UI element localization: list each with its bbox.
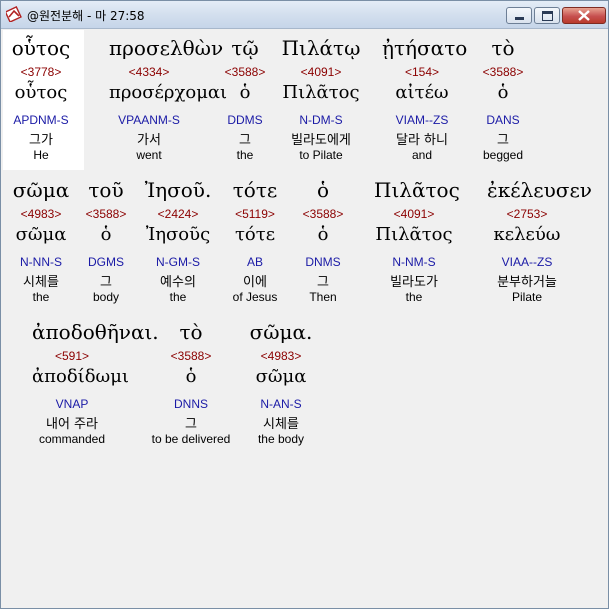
strong-number[interactable]: <154> (382, 65, 462, 79)
greek-word: προσελθὼν (109, 36, 224, 60)
greek-word: τῷ (231, 36, 259, 60)
parsing-code: N-DM-S (299, 113, 343, 127)
english-gloss: the (169, 290, 187, 304)
maximize-icon (542, 11, 553, 21)
greek-word: Ἰησοῦ. (144, 178, 212, 202)
strong-number[interactable]: <3588> (66, 207, 146, 221)
english-gloss: the (405, 290, 423, 304)
minimize-icon (515, 17, 524, 20)
strong-number[interactable]: <4091> (374, 207, 454, 221)
greek-word: ἀποδοθῆναι. (32, 320, 159, 344)
close-button[interactable] (562, 7, 606, 24)
greek-word: τοῦ (88, 178, 124, 202)
greek-word: ἐκέλευσεν (487, 178, 592, 202)
english-gloss: commanded (38, 432, 106, 446)
korean-gloss: 빌라도가 (390, 275, 438, 290)
interlinear-window: @원전분해 - 마 27:58 οὗτος <3778> οὗτος APDNM… (0, 0, 609, 609)
lemma: ὁ (497, 82, 509, 103)
lemma: Πιλᾶτος (375, 224, 453, 245)
strong-number[interactable]: <2753> (487, 207, 567, 221)
parsing-code: DGMS (88, 255, 124, 269)
parsing-code: APDNM-S (13, 113, 69, 127)
greek-word: ὁ (316, 178, 330, 202)
lemma: ἀποδίδωμι (32, 366, 129, 387)
korean-gloss: 분부하거늘 (497, 275, 557, 290)
lemma: αἰτέω (395, 82, 449, 103)
parsing-code: VNAP (55, 397, 89, 411)
strong-number[interactable]: <4091> (281, 65, 361, 79)
english-gloss: and (411, 148, 433, 162)
english-gloss: He (33, 148, 49, 162)
app-icon (4, 6, 22, 23)
strong-number[interactable]: <4334> (109, 65, 189, 79)
korean-gloss: 그 (239, 133, 251, 148)
greek-word: Πιλᾶτος (374, 178, 460, 202)
english-gloss: went (136, 148, 162, 162)
strong-number[interactable]: <3588> (205, 65, 285, 79)
lemma: σῶμα (255, 366, 307, 387)
close-icon (578, 10, 590, 21)
parsing-code: VPAANM-S (118, 113, 180, 127)
parsing-code: N-GM-S (156, 255, 200, 269)
english-gloss: to Pilate (299, 148, 343, 162)
greek-word: ᾐτήσατο (382, 36, 468, 60)
strong-number[interactable]: <591> (32, 349, 112, 363)
korean-gloss: 그 (185, 417, 197, 432)
minimize-button[interactable] (506, 7, 532, 24)
korean-gloss: 달라 하니 (396, 133, 448, 148)
greek-word: σῶμα. (249, 320, 313, 344)
korean-gloss: 그 (497, 133, 509, 148)
lemma: κελεύω (493, 224, 561, 245)
title-bar[interactable]: @원전분해 - 마 27:58 (1, 1, 608, 29)
parsing-code: DNNS (173, 397, 208, 411)
parsing-code: DDMS (227, 113, 263, 127)
english-gloss: begged (482, 148, 524, 162)
parsing-code: N-NM-S (392, 255, 436, 269)
lemma: ὁ (239, 82, 251, 103)
english-gloss: the body (257, 432, 305, 446)
strong-number[interactable]: <2424> (138, 207, 218, 221)
lemma: ὁ (100, 224, 112, 245)
korean-gloss: 시체를 (263, 417, 299, 432)
strong-number[interactable]: <4983> (241, 349, 321, 363)
parsing-code: N-AN-S (260, 397, 302, 411)
english-gloss: body (92, 290, 120, 304)
korean-gloss: 그 (317, 275, 329, 290)
lemma: Ἰησοῦς (145, 224, 211, 245)
strong-number[interactable]: <3588> (463, 65, 543, 79)
strong-number[interactable]: <3588> (151, 349, 231, 363)
window-title: @원전분해 - 마 27:58 (27, 9, 145, 23)
parsing-code: DNMS (305, 255, 341, 269)
korean-gloss: 그 (100, 275, 112, 290)
lemma: προσέρχομαι (109, 82, 228, 103)
strong-number[interactable]: <3778> (1, 65, 81, 79)
greek-word: Πιλάτῳ (281, 36, 361, 60)
korean-gloss: 내어 주라 (46, 417, 98, 432)
english-gloss: Pilate (511, 290, 543, 304)
lemma: Πιλᾶτος (282, 82, 360, 103)
strong-number[interactable]: <3588> (283, 207, 363, 221)
interlinear-content: οὗτος <3778> οὗτος APDNM-S 그가 He προσελθ… (3, 30, 606, 606)
english-gloss: to be delivered (151, 432, 231, 446)
parsing-code: VIAM--ZS (395, 113, 449, 127)
greek-word: τὸ (491, 36, 515, 60)
maximize-button[interactable] (534, 7, 560, 24)
english-gloss: the (236, 148, 254, 162)
korean-gloss: 빌라도에게 (291, 133, 351, 148)
parsing-code: VIAA--ZS (501, 255, 553, 269)
english-gloss: Then (309, 290, 337, 304)
lemma: οὗτος (14, 82, 68, 103)
greek-word: οὗτος (11, 36, 71, 60)
lemma: ὁ (317, 224, 329, 245)
greek-word: τὸ (179, 320, 203, 344)
korean-gloss: 가서 (137, 133, 161, 148)
korean-gloss: 그가 (29, 133, 53, 148)
korean-gloss: 예수의 (160, 275, 196, 290)
parsing-code: DANS (486, 113, 520, 127)
lemma: ὁ (185, 366, 197, 387)
